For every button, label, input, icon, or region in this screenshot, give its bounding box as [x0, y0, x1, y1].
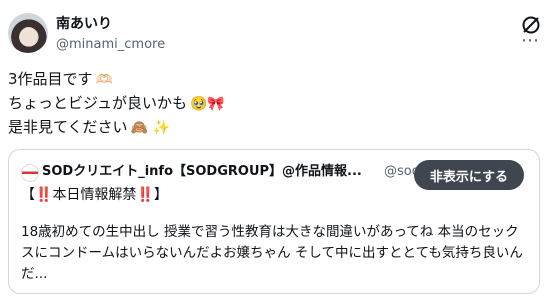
monkey-sparkles-emoji: 🙈 ✨	[130, 120, 170, 136]
tweet-line-text: 是非見てください	[8, 118, 128, 136]
more-icon[interactable]: ⋯	[520, 32, 540, 50]
teary-face-ribbon-emoji: 🥹🎀	[189, 96, 225, 112]
tweet-line: 3作品目です 🫶🏻	[8, 68, 225, 92]
avatar-face	[20, 27, 37, 46]
quoted-body-text: 18歳初めての生中出し 授業で習う性教育は大きな間違いがあってね 本当のセックス…	[21, 224, 523, 282]
tag-text: 本日情報解禁	[52, 187, 137, 203]
avatar[interactable]	[8, 13, 48, 53]
hide-button[interactable]: 非表示にする	[414, 160, 524, 190]
quoted-tweet-card[interactable]: SODクリエイト_info【SODGROUP】@作品情報... @sod 非表示…	[8, 149, 540, 294]
double-exclamation-icon: ‼️	[136, 187, 154, 203]
quoted-tag-line: 【‼️本日情報解禁‼️】	[21, 186, 168, 204]
author-handle[interactable]: @minami_cmore	[56, 37, 165, 53]
tweet-line: ちょっとビジュが良いかも 🥹🎀	[8, 92, 225, 116]
heart-hands-emoji: 🫶🏻	[95, 72, 113, 88]
tweet-line: 是非見てください 🙈 ✨	[8, 116, 225, 140]
quoted-display-name[interactable]: SODクリエイト_info【SODGROUP】@作品情報...	[42, 163, 362, 181]
double-exclamation-icon: ‼️	[35, 187, 53, 203]
author-display-name[interactable]: 南あいり	[56, 15, 112, 33]
tweet-text: 3作品目です 🫶🏻 ちょっとビジュが良いかも 🥹🎀 是非見てください 🙈 ✨	[8, 68, 225, 140]
tweet-line-text: 3作品目です	[8, 70, 93, 88]
quoted-avatar[interactable]	[21, 164, 39, 182]
tweet-line-text: ちょっとビジュが良いかも	[8, 94, 187, 112]
tag-open: 【	[21, 187, 35, 203]
tag-close: 】	[153, 187, 168, 203]
